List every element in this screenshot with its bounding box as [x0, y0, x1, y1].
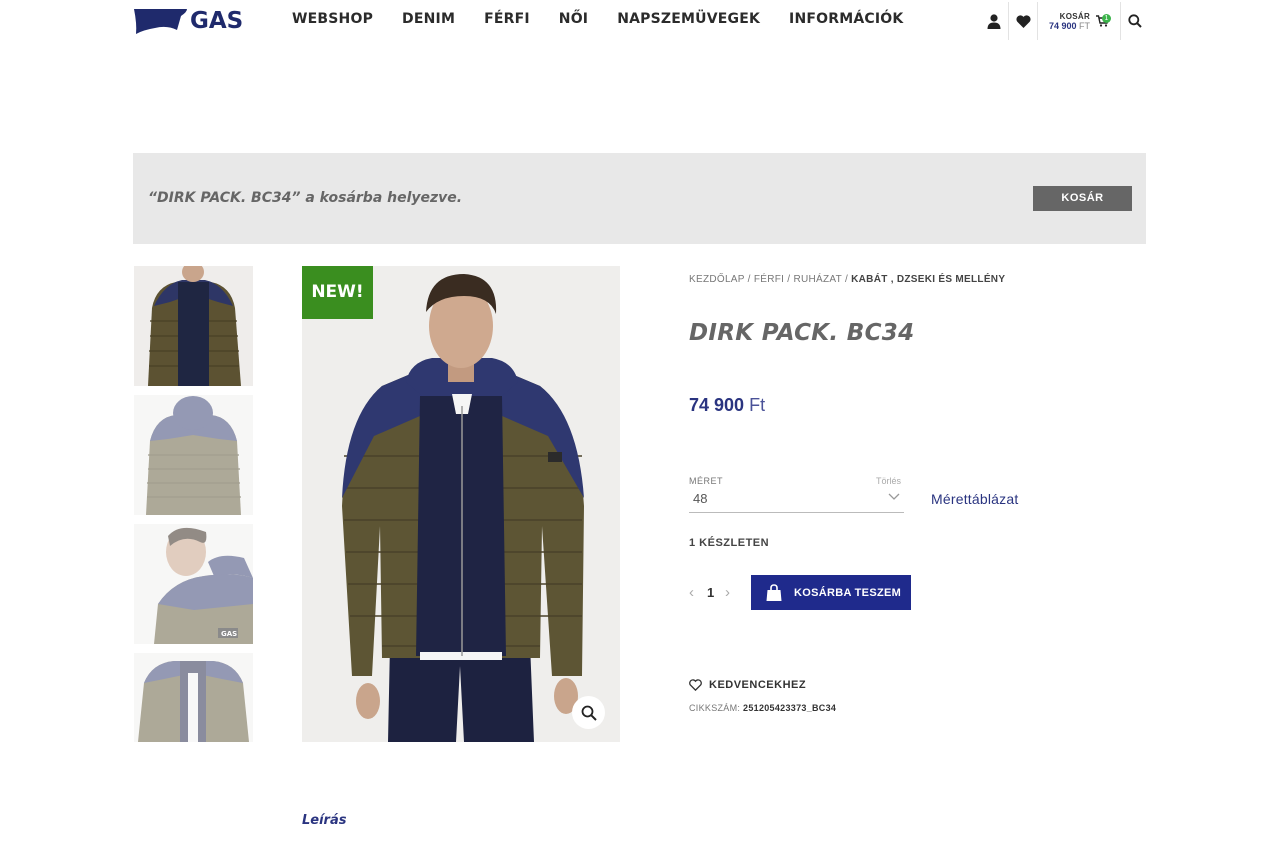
- logo-text: GAS: [190, 8, 243, 34]
- main-nav: WEBSHOP DENIM FÉRFI NŐI NAPSZEMÜVEGEK IN…: [292, 11, 932, 27]
- header-cart[interactable]: KOSÁR 74 900 FT 1: [1038, 2, 1120, 40]
- clear-size-link[interactable]: Törlés: [876, 476, 901, 486]
- breadcrumb-current: KABÁT , DZSEKI ÉS MELLÉNY: [851, 274, 1006, 285]
- nav-noi[interactable]: NŐI: [559, 11, 588, 27]
- site-header: GAS WEBSHOP DENIM FÉRFI NŐI NAPSZEMÜVEGE…: [0, 0, 1280, 42]
- nav-informaciok[interactable]: INFORMÁCIÓK: [789, 11, 903, 27]
- main-product-image[interactable]: [302, 266, 620, 742]
- price-value: 74 900: [689, 395, 745, 415]
- account-button[interactable]: [980, 2, 1008, 40]
- thumbnail-side[interactable]: GAS: [134, 524, 253, 644]
- thumbnail-detail[interactable]: [134, 653, 253, 742]
- size-label: MÉRET: [689, 476, 723, 486]
- chevron-down-icon: [888, 493, 900, 500]
- search-button[interactable]: [1121, 2, 1149, 40]
- sku-label: CIKKSZÁM:: [689, 703, 741, 713]
- thumbnail-back[interactable]: [134, 395, 253, 515]
- size-chart-link[interactable]: Mérettáblázat: [931, 491, 1018, 507]
- shopping-bag-icon: [766, 584, 782, 601]
- sku-value: 251205423373_BC34: [743, 703, 837, 713]
- cart-summary: KOSÁR 74 900 FT: [1049, 12, 1090, 31]
- breadcrumb-ruhazat[interactable]: RUHÁZAT: [793, 274, 841, 285]
- tab-description[interactable]: Leírás: [302, 813, 346, 828]
- product-title: DIRK PACK. BC34: [689, 320, 915, 346]
- cart-currency: FT: [1079, 20, 1091, 31]
- zoom-button[interactable]: [572, 696, 605, 729]
- breadcrumb: KEZDŐLAP / FÉRFI / RUHÁZAT / KABÁT , DZS…: [689, 274, 1006, 285]
- breadcrumb-home[interactable]: KEZDŐLAP: [689, 274, 745, 285]
- cart-amount-value: 74 900: [1048, 20, 1077, 31]
- breadcrumb-ferfi[interactable]: FÉRFI: [754, 274, 784, 285]
- nav-napszemuvegek[interactable]: NAPSZEMÜVEGEK: [617, 11, 760, 27]
- add-to-cart-button[interactable]: KOSÁRBA TESZEM: [751, 575, 911, 610]
- product-price: 74 900 Ft: [689, 395, 765, 416]
- product-sku: CIKKSZÁM: 251205423373_BC34: [689, 703, 836, 713]
- wishlist-label: KEDVENCEKHEZ: [709, 679, 807, 691]
- size-select[interactable]: 48: [689, 488, 904, 513]
- quantity-decrease-button[interactable]: ‹: [689, 584, 694, 602]
- cart-count-badge: 1: [1102, 14, 1111, 23]
- add-to-wishlist-button[interactable]: KEDVENCEKHEZ: [689, 679, 806, 691]
- user-icon: [987, 13, 1001, 29]
- add-to-cart-label: KOSÁRBA TESZEM: [794, 586, 902, 599]
- new-badge: NEW!: [302, 266, 373, 319]
- heart-icon: [1015, 14, 1031, 28]
- magnifier-icon: [581, 705, 597, 721]
- wishlist-header-button[interactable]: [1009, 2, 1037, 40]
- stock-status: 1 KÉSZLETEN: [689, 537, 770, 549]
- quantity-increase-button[interactable]: ›: [725, 584, 730, 602]
- thumbnail-front[interactable]: [134, 266, 253, 386]
- added-to-cart-notice: “DIRK PACK. BC34” a kosárba helyezve. KO…: [133, 153, 1146, 244]
- gas-logo[interactable]: GAS: [133, 6, 265, 34]
- search-icon: [1128, 14, 1142, 28]
- svg-text:GAS: GAS: [221, 630, 237, 638]
- size-selected-value: 48: [693, 491, 708, 506]
- nav-ferfi[interactable]: FÉRFI: [484, 11, 530, 27]
- nav-webshop[interactable]: WEBSHOP: [292, 11, 373, 27]
- view-cart-button[interactable]: KOSÁR: [1033, 186, 1132, 211]
- price-currency: Ft: [749, 395, 766, 415]
- quantity-value[interactable]: 1: [707, 584, 714, 602]
- cart-amount: 74 900 FT: [1049, 21, 1090, 31]
- nav-denim[interactable]: DENIM: [402, 11, 455, 27]
- cart-label: KOSÁR: [1059, 11, 1091, 21]
- header-actions: KOSÁR 74 900 FT 1: [980, 2, 1149, 40]
- notice-message: “DIRK PACK. BC34” a kosárba helyezve.: [148, 190, 463, 206]
- quantity-stepper: ‹ 1 ›: [689, 584, 735, 602]
- heart-outline-icon: [689, 679, 702, 691]
